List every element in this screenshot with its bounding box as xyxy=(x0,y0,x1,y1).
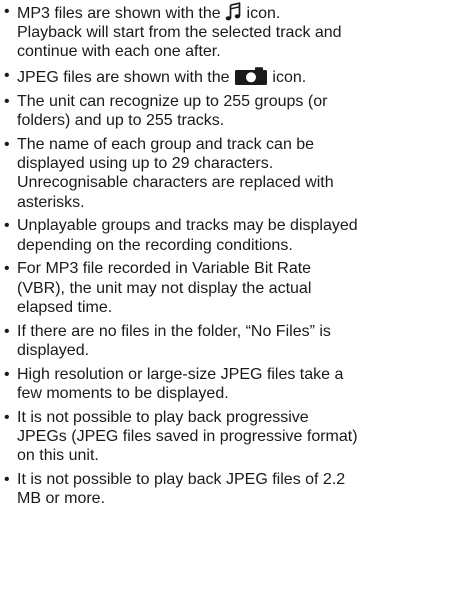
note-jpeg-icon: • JPEG files are shown with the icon. xyxy=(0,66,473,87)
note-no-files: • If there are no files in the folder, “… xyxy=(0,322,473,360)
bullet: • xyxy=(4,365,10,383)
note-line: asterisks. xyxy=(17,193,85,211)
note-line: displayed using up to 29 characters. xyxy=(17,155,274,173)
note-line: JPEG files are shown with the icon. xyxy=(17,66,473,87)
note-name-length: • The name of each group and track can b… xyxy=(0,135,473,212)
bullet: • xyxy=(4,136,10,153)
bullet: • xyxy=(4,470,10,488)
bullet: • xyxy=(4,408,10,426)
note-line: If there are no files in the folder, “No… xyxy=(17,322,331,340)
note-line: MP3 files are shown with the icon. xyxy=(17,2,473,23)
bullet: • xyxy=(4,217,10,235)
note-line: Playback will start from the selected tr… xyxy=(17,24,342,42)
note-unplayable: • Unplayable groups and tracks may be di… xyxy=(0,216,473,254)
note-large-jpeg: • High resolution or large-size JPEG fil… xyxy=(0,365,473,403)
note-line: folders) and up to 255 tracks. xyxy=(17,112,225,130)
note-line: It is not possible to play back progress… xyxy=(17,408,309,426)
bullet: • xyxy=(4,322,10,340)
note-capacity: • The unit can recognize up to 255 group… xyxy=(0,92,473,130)
bullet: • xyxy=(4,260,10,278)
note-line: For MP3 file recorded in Variable Bit Ra… xyxy=(17,260,312,278)
note-line: MB or more. xyxy=(17,490,106,508)
note-line: displayed. xyxy=(17,341,90,359)
note-line: Unplayable groups and tracks may be disp… xyxy=(17,217,358,235)
notes-list: • MP3 files are shown with the icon. Pla… xyxy=(0,2,473,513)
bullet: • xyxy=(4,93,10,110)
note-line: few moments to be displayed. xyxy=(17,384,229,402)
note-vbr: • For MP3 file recorded in Variable Bit … xyxy=(0,259,473,317)
camera-icon xyxy=(234,67,267,86)
bullet: • xyxy=(4,3,10,20)
note-line: High resolution or large-size JPEG files… xyxy=(17,365,344,383)
note-line: The name of each group and track can be xyxy=(17,136,315,153)
note-line: (VBR), the unit may not display the actu… xyxy=(17,279,312,297)
music-note-icon xyxy=(225,2,241,21)
note-line: continue with each one after. xyxy=(17,43,221,61)
note-jpeg-size-limit: • It is not possible to play back JPEG f… xyxy=(0,470,473,508)
note-line: JPEGs (JPEG files saved in progressive f… xyxy=(17,427,358,445)
note-line: It is not possible to play back JPEG fil… xyxy=(17,470,346,488)
note-line: depending on the recording conditions. xyxy=(17,236,293,254)
note-line: The unit can recognize up to 255 groups … xyxy=(17,93,328,110)
note-progressive-jpeg: • It is not possible to play back progre… xyxy=(0,408,473,466)
note-line: on this unit. xyxy=(17,447,99,465)
note-line: Unrecognisable characters are replaced w… xyxy=(17,174,334,192)
bullet: • xyxy=(4,67,10,85)
note-mp3-icon: • MP3 files are shown with the icon. Pla… xyxy=(0,2,473,62)
note-line: elapsed time. xyxy=(17,298,113,316)
